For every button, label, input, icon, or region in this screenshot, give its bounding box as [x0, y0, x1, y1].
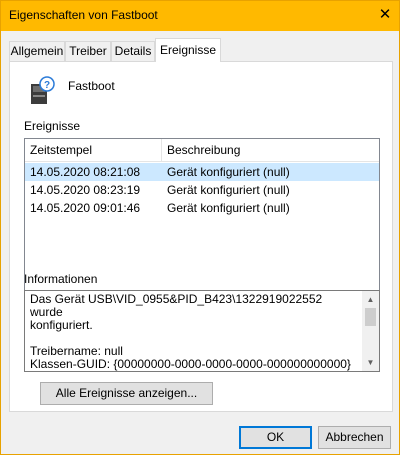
- event-row[interactable]: 14.05.2020 09:01:46 Gerät konfiguriert (…: [25, 199, 379, 217]
- event-row[interactable]: 14.05.2020 08:23:19 Gerät konfiguriert (…: [25, 181, 379, 199]
- event-description: Gerät konfiguriert (null): [167, 165, 290, 179]
- show-all-events-button[interactable]: Alle Ereignisse anzeigen...: [40, 382, 213, 405]
- info-section-label: Informationen: [24, 272, 98, 286]
- info-text: Das Gerät USB\VID_0955&PID_B423\13229190…: [30, 292, 351, 372]
- device-name: Fastboot: [68, 79, 115, 93]
- svg-text:?: ?: [44, 80, 50, 91]
- info-scrollbar[interactable]: ▲ ▼: [362, 291, 379, 371]
- cancel-button[interactable]: Abbrechen: [318, 426, 391, 449]
- tab-ereignisse[interactable]: Ereignisse: [155, 38, 221, 62]
- close-icon[interactable]: ✕: [373, 3, 397, 27]
- unknown-device-icon: ?: [31, 76, 55, 104]
- scroll-up-arrow-icon[interactable]: ▲: [362, 291, 379, 308]
- title-bar[interactable]: Eigenschaften von Fastboot ✕: [1, 1, 399, 31]
- event-row[interactable]: 14.05.2020 08:21:08 Gerät konfiguriert (…: [25, 163, 379, 181]
- event-timestamp: 14.05.2020 09:01:46: [30, 201, 141, 215]
- events-list-header: Zeitstempel Beschreibung: [25, 139, 379, 162]
- event-description: Gerät konfiguriert (null): [167, 201, 290, 215]
- tab-treiber[interactable]: Treiber: [65, 41, 111, 61]
- scroll-thumb[interactable]: [365, 308, 376, 326]
- ok-button[interactable]: OK: [239, 426, 312, 449]
- event-timestamp: 14.05.2020 08:21:08: [30, 165, 141, 179]
- tab-details[interactable]: Details: [111, 41, 155, 61]
- events-tab-panel: ? Fastboot Ereignisse Zeitstempel Beschr…: [9, 61, 393, 412]
- tab-strip: Allgemein Treiber Details Ereignisse: [9, 38, 393, 62]
- scroll-down-arrow-icon[interactable]: ▼: [362, 354, 379, 371]
- properties-dialog: Eigenschaften von Fastboot ✕ Allgemein T…: [0, 0, 400, 455]
- tab-allgemein[interactable]: Allgemein: [9, 41, 65, 61]
- event-timestamp: 14.05.2020 08:23:19: [30, 183, 141, 197]
- column-divider[interactable]: [161, 139, 162, 161]
- events-section-label: Ereignisse: [24, 119, 81, 133]
- column-header-timestamp[interactable]: Zeitstempel: [30, 143, 92, 157]
- event-description: Gerät konfiguriert (null): [167, 183, 290, 197]
- window-title: Eigenschaften von Fastboot: [9, 8, 158, 22]
- info-textbox[interactable]: Das Gerät USB\VID_0955&PID_B423\13229190…: [24, 290, 380, 372]
- column-header-description[interactable]: Beschreibung: [167, 143, 240, 157]
